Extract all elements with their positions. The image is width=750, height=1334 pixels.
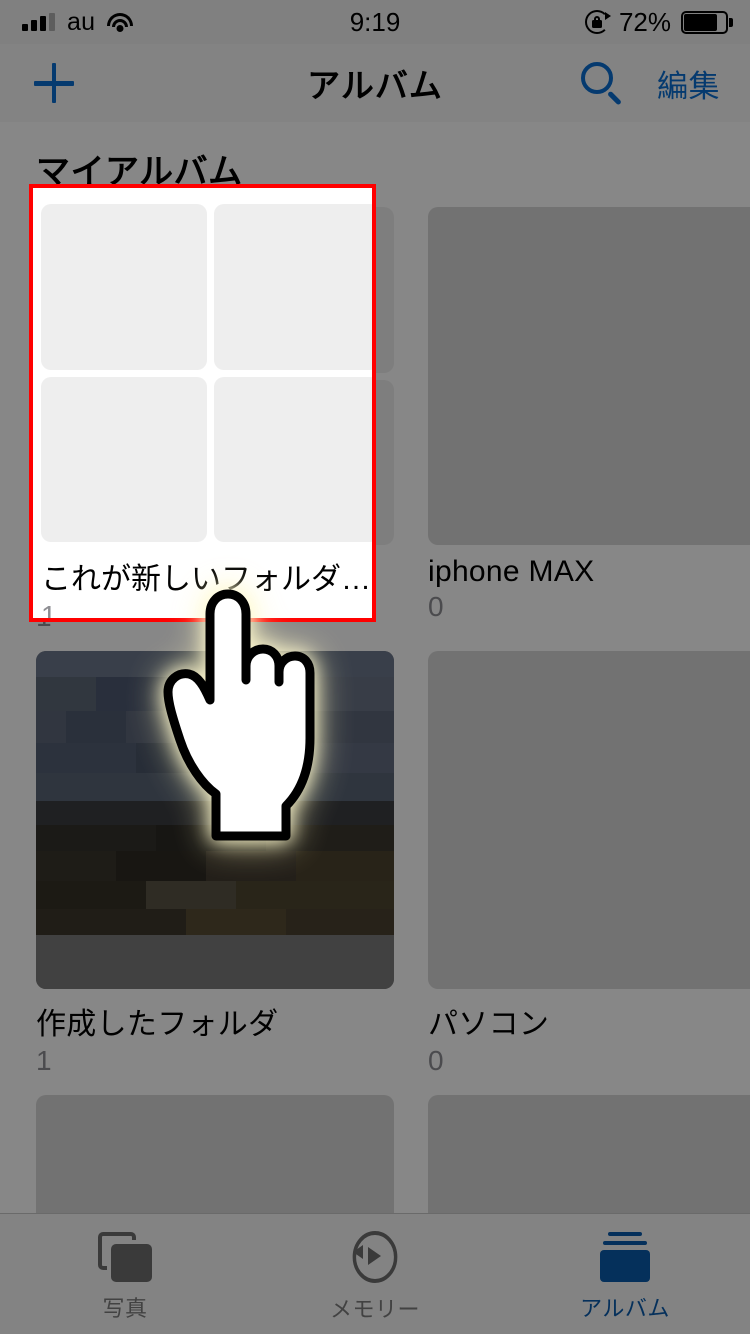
album-title: iphone MAX xyxy=(428,555,595,588)
status-bar-center: 9:19 xyxy=(350,7,401,38)
carrier-label: au xyxy=(67,7,96,36)
album-thumbnail xyxy=(36,1095,394,1213)
tab-label: アルバム xyxy=(580,1295,670,1321)
album-thumbnail xyxy=(428,207,750,545)
nav-bar-center: アルバム xyxy=(307,59,443,107)
folder-quad-thumbnail xyxy=(33,188,372,542)
tab-photos[interactable]: 写真 xyxy=(0,1214,250,1334)
add-album-button[interactable] xyxy=(30,59,78,107)
battery-icon xyxy=(681,10,734,34)
album-count: 1 xyxy=(41,600,57,622)
albums-icon xyxy=(598,1231,652,1282)
photos-icon xyxy=(98,1231,152,1282)
album-thumbnail xyxy=(428,651,750,989)
album-title: これが新しいフォルダ… xyxy=(41,563,371,596)
memories-icon xyxy=(349,1230,401,1283)
status-bar: au 9:19 72% xyxy=(0,0,750,44)
edit-button[interactable]: 編集 xyxy=(657,61,720,106)
wifi-icon xyxy=(107,12,134,32)
tab-bar: 写真 メモリー アルバム xyxy=(0,1213,750,1334)
highlight-callout-box: これが新しいフォルダ… 1 xyxy=(29,184,376,622)
status-bar-left: au xyxy=(22,8,350,37)
signal-bars-icon xyxy=(22,13,55,31)
albums-content: マイアルバム これが新しいフォルダ… 1 iphone MAX 0 xyxy=(0,122,750,1213)
status-bar-right: 72% xyxy=(400,6,734,38)
album-cell[interactable]: 作成したフォルダ 1 xyxy=(36,651,394,1077)
rotation-lock-icon xyxy=(584,10,611,34)
search-icon[interactable] xyxy=(579,60,625,106)
nav-bar-right: 編集 xyxy=(443,60,720,106)
album-thumbnail xyxy=(36,651,394,989)
page-title: アルバム xyxy=(307,67,443,104)
clock-label: 9:19 xyxy=(349,6,401,37)
nav-bar-left xyxy=(30,59,307,107)
album-count: 1 xyxy=(36,1045,52,1076)
tab-albums[interactable]: アルバム xyxy=(500,1214,750,1334)
album-cell[interactable]: iphone MAX 0 xyxy=(428,207,750,633)
highlighted-album-cell[interactable]: これが新しいフォルダ… 1 xyxy=(33,188,372,618)
navigation-bar: アルバム 編集 xyxy=(0,44,750,122)
tab-label: メモリー xyxy=(329,1296,420,1322)
tab-label: 写真 xyxy=(102,1295,148,1321)
album-count: 0 xyxy=(428,1045,444,1076)
tab-memories[interactable]: メモリー xyxy=(250,1214,500,1334)
battery-percent-label: 72% xyxy=(618,6,672,37)
album-cell[interactable]: パソコン 0 xyxy=(428,651,750,1077)
pixelated-photo-thumbnail xyxy=(36,651,394,989)
album-title: パソコン xyxy=(428,1008,550,1041)
album-count: 0 xyxy=(428,591,444,622)
album-cell[interactable] xyxy=(428,1095,750,1213)
album-thumbnail xyxy=(428,1095,750,1213)
album-title: 作成したフォルダ xyxy=(36,1008,279,1041)
album-cell[interactable] xyxy=(36,1095,394,1213)
iphone-screen: au 9:19 72% アルバム 編集 マイアルバム iphone MAX 0 … xyxy=(0,0,750,1334)
